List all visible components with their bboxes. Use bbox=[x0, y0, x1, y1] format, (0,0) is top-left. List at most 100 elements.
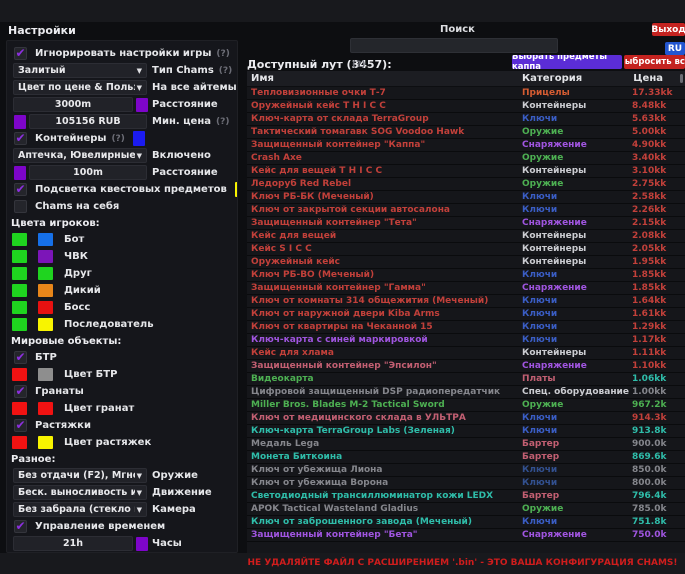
select-kappa-items-button[interactable]: Выбрать предметы каппа bbox=[512, 55, 622, 69]
column-header-category[interactable]: Категория bbox=[522, 73, 632, 84]
color-swatch[interactable] bbox=[38, 233, 53, 246]
value-input[interactable]: 100m bbox=[29, 165, 147, 180]
table-row[interactable]: Ключ от комнаты 314 общежития (Меченый)К… bbox=[247, 295, 685, 308]
table-row[interactable]: Ключ РБ-ВО (Меченый)Ключи1.85kk bbox=[247, 269, 685, 282]
value-input[interactable]: 21h bbox=[13, 536, 133, 551]
table-row[interactable]: Ключ от закрытой секции автосалонаКлючи2… bbox=[247, 204, 685, 217]
column-header-name[interactable]: Имя bbox=[247, 73, 522, 84]
loot-price: 800.0k bbox=[632, 478, 685, 488]
color-swatch[interactable] bbox=[38, 436, 53, 449]
color-swatch[interactable] bbox=[133, 131, 145, 146]
color-swatch[interactable] bbox=[14, 166, 26, 180]
color-swatch[interactable] bbox=[12, 284, 27, 297]
table-row[interactable]: Ключ РБ-БК (Меченый)Ключи2.58kk bbox=[247, 191, 685, 204]
table-row[interactable]: Защищенный контейнер "Каппа"Снаряжение4.… bbox=[247, 139, 685, 152]
checkbox-checked[interactable]: ✔ bbox=[14, 47, 27, 60]
table-row[interactable]: Цифровой защищенный DSP радиопередатчикС… bbox=[247, 386, 685, 399]
dropdown[interactable]: Без забрала (стекло шлема)▼ bbox=[13, 502, 147, 517]
color-swatch[interactable] bbox=[38, 250, 53, 263]
table-row[interactable]: Ключ от медицинского склада в УЛЬТРАКлюч… bbox=[247, 412, 685, 425]
color-swatch[interactable] bbox=[38, 301, 53, 314]
color-swatch[interactable] bbox=[38, 284, 53, 297]
table-row[interactable]: Ключ от убежища ВоронаКлючи800.0k bbox=[247, 477, 685, 490]
color-swatch[interactable] bbox=[38, 318, 53, 331]
dropdown-label: Оружие bbox=[152, 470, 198, 481]
table-row[interactable]: ВидеокартаПлаты1.06kk bbox=[247, 373, 685, 386]
color-swatch[interactable] bbox=[14, 115, 26, 129]
table-row[interactable]: Ледоруб Red RebelОружие2.75kk bbox=[247, 178, 685, 191]
settings-row: Залитый▼Тип Chams(?) bbox=[10, 62, 234, 79]
dropdown[interactable]: Аптечка, Ювелирные и...▼ bbox=[13, 148, 147, 163]
color-swatch[interactable] bbox=[12, 318, 27, 331]
table-row[interactable]: Монета БиткоинаБартер869.6k bbox=[247, 451, 685, 464]
color-swatch[interactable] bbox=[235, 182, 238, 197]
table-row[interactable]: Crash AxeОружие3.40kk bbox=[247, 152, 685, 165]
dropdown-label: Тип Chams bbox=[152, 65, 214, 76]
table-row[interactable]: Тепловизионные очки Т-7Прицелы17.33kk bbox=[247, 87, 685, 100]
table-row[interactable]: Защищенный контейнер "Бета"Снаряжение750… bbox=[247, 529, 685, 542]
table-row[interactable]: Медаль LegaБартер900.0k bbox=[247, 438, 685, 451]
settings-row: ✔Контейнеры(?) bbox=[10, 130, 234, 147]
color-swatch[interactable] bbox=[12, 267, 27, 280]
checkbox-checked[interactable]: ✔ bbox=[14, 183, 27, 196]
table-row[interactable]: Ключ от убежища ЛионаКлючи850.0k bbox=[247, 464, 685, 477]
table-row[interactable]: Тактический томагавк SOG Voodoo HawkОруж… bbox=[247, 126, 685, 139]
table-row[interactable]: Кейс S I C CКонтейнеры2.05kk bbox=[247, 243, 685, 256]
table-row[interactable]: Кейс для вещей T H I C CКонтейнеры3.10kk bbox=[247, 165, 685, 178]
table-row[interactable]: Светодиодный трансиллюминатор кожи LEDXБ… bbox=[247, 490, 685, 503]
color-swatch[interactable] bbox=[38, 368, 53, 381]
dropdown-value: Без отдачи (F2), Мгновенное п bbox=[18, 470, 135, 481]
loot-category: Ключи bbox=[522, 205, 632, 215]
table-row[interactable]: Кейс для вещейКонтейнеры2.08kk bbox=[247, 230, 685, 243]
color-swatch[interactable] bbox=[136, 98, 148, 112]
dropdown[interactable]: Беск. выносливость и нет уста▼ bbox=[13, 485, 147, 500]
table-row[interactable]: APOK Tactical Wasteland GladiusОружие785… bbox=[247, 503, 685, 516]
settings-row: ✔БТР bbox=[10, 349, 234, 366]
table-row[interactable]: Защищенный контейнер "Тета"Снаряжение2.1… bbox=[247, 217, 685, 230]
table-row[interactable]: Ключ-карта TerraGroup Labs (Зеленая)Ключ… bbox=[247, 425, 685, 438]
checkbox-unchecked[interactable] bbox=[14, 200, 27, 213]
table-row[interactable]: Ключ от квартиры на Чеканной 15Ключи1.29… bbox=[247, 321, 685, 334]
table-row[interactable]: Защищенный контейнер "Гамма"Снаряжение1.… bbox=[247, 282, 685, 295]
table-row[interactable]: Кейс для хламаКонтейнеры1.11kk bbox=[247, 347, 685, 360]
checkbox-checked[interactable]: ✔ bbox=[14, 419, 27, 432]
color-swatch[interactable] bbox=[12, 250, 27, 263]
column-header-price[interactable]: Цена bbox=[632, 73, 685, 84]
color-swatch[interactable] bbox=[12, 233, 27, 246]
checkbox-checked[interactable]: ✔ bbox=[14, 132, 27, 145]
language-button[interactable]: RU bbox=[665, 42, 685, 55]
drop-all-button[interactable]: Выбросить все bbox=[624, 55, 685, 69]
table-row[interactable]: Ключ от заброшенного завода (Меченый)Клю… bbox=[247, 516, 685, 529]
table-row[interactable]: Защищенный контейнер "Эпсилон"Снаряжение… bbox=[247, 360, 685, 373]
dropdown-value: Без забрала (стекло шлема) bbox=[18, 504, 135, 515]
loot-category: Контейнеры bbox=[522, 166, 632, 176]
table-row[interactable]: Ключ от наружной двери Kiba ArmsКлючи1.6… bbox=[247, 308, 685, 321]
value-input[interactable]: 3000m bbox=[13, 97, 133, 112]
table-scrollbar[interactable] bbox=[680, 74, 683, 83]
checkbox-checked[interactable]: ✔ bbox=[14, 520, 27, 533]
table-row[interactable]: Miller Bros. Blades M-2 Tactical SwordОр… bbox=[247, 399, 685, 412]
color-swatch[interactable] bbox=[12, 301, 27, 314]
checkbox-checked[interactable]: ✔ bbox=[14, 351, 27, 364]
loot-name: Защищенный контейнер "Тета" bbox=[247, 218, 522, 228]
color-swatch[interactable] bbox=[12, 402, 27, 415]
color-swatch[interactable] bbox=[12, 368, 27, 381]
color-swatch[interactable] bbox=[38, 267, 53, 280]
dropdown[interactable]: Залитый▼ bbox=[13, 63, 147, 78]
color-swatch[interactable] bbox=[38, 402, 53, 415]
table-row[interactable]: Оружейный кейсКонтейнеры1.95kk bbox=[247, 256, 685, 269]
table-row[interactable]: Ключ-карта от склада TerraGroupКлючи5.63… bbox=[247, 113, 685, 126]
dropdown[interactable]: Без отдачи (F2), Мгновенное п▼ bbox=[13, 468, 147, 483]
checkbox-checked[interactable]: ✔ bbox=[14, 385, 27, 398]
dropdown-value: Цвет по цене & Пользователь bbox=[18, 82, 135, 93]
color-swatch[interactable] bbox=[12, 436, 27, 449]
table-row[interactable] bbox=[247, 542, 685, 553]
table-row[interactable]: Ключ-карта с синей маркировкойКлючи1.17k… bbox=[247, 334, 685, 347]
table-row[interactable]: Оружейный кейс T H I C CКонтейнеры8.48kk bbox=[247, 100, 685, 113]
color-swatch[interactable] bbox=[136, 537, 148, 551]
loot-price: 1.00kk bbox=[632, 387, 685, 397]
dropdown[interactable]: Цвет по цене & Пользователь▼ bbox=[13, 80, 147, 95]
exit-button[interactable]: Выход bbox=[652, 23, 685, 36]
search-input[interactable] bbox=[350, 38, 558, 53]
value-input[interactable]: 105156 RUB bbox=[29, 114, 147, 129]
